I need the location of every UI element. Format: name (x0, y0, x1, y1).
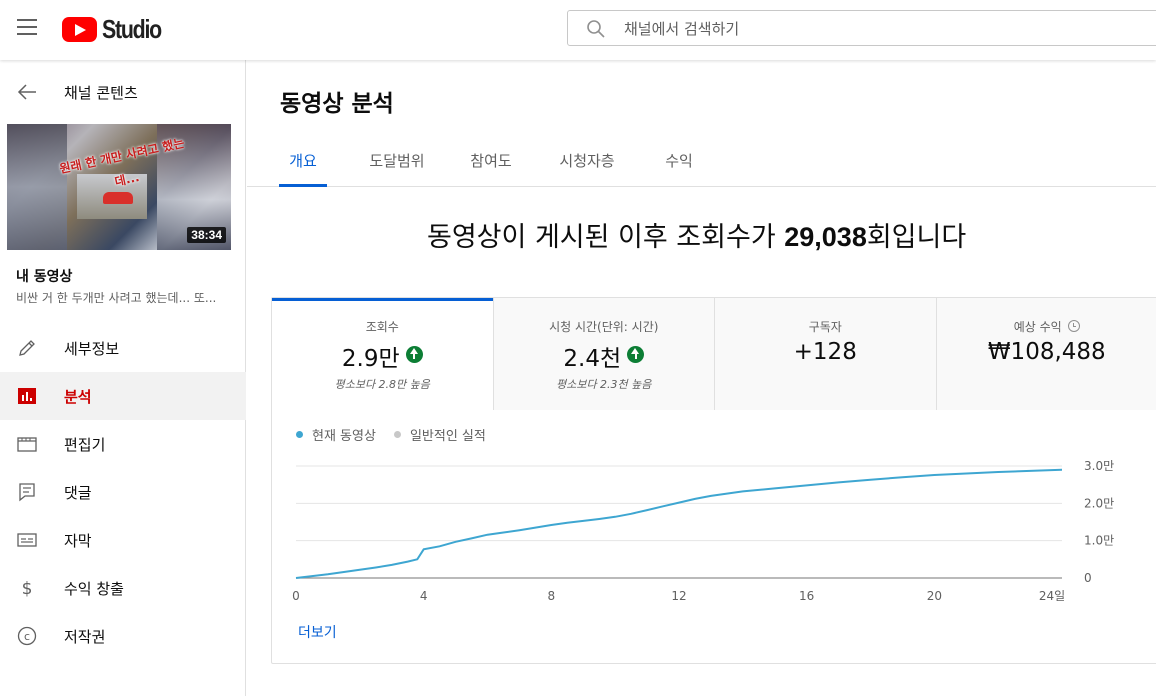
video-duration: 38:34 (187, 227, 226, 243)
metric-value-text: 2.9만 (341, 346, 400, 372)
sidebar-item-label: 저작권 (64, 628, 106, 646)
analytics-tabs: 개요 도달범위 참여도 시청자층 수익 (247, 135, 1156, 187)
svg-text:$: $ (22, 579, 33, 598)
metric-value: 2.4천 (494, 339, 715, 373)
pencil-icon (19, 340, 35, 356)
sidebar-item-label: 수익 창출 (64, 580, 124, 598)
my-video-heading: 내 동영상 (16, 269, 73, 285)
logo-text: Studio (102, 14, 162, 44)
search-input[interactable] (624, 17, 1024, 41)
metric-watch-time[interactable]: 시청 시간(단위: 시간) 2.4천 평소보다 2.3천 높음 (493, 298, 715, 410)
metric-label: 예상 수익 (937, 318, 1156, 335)
tab-overview[interactable]: 개요 (279, 135, 327, 187)
x-tick-label: 20 (927, 589, 942, 603)
legend-current-video[interactable]: 현재 동영상 (296, 425, 376, 444)
tab-engagement[interactable]: 참여도 (462, 135, 520, 187)
metric-comparison: 평소보다 2.3천 높음 (556, 378, 652, 391)
headline-view-count: 29,038 (784, 222, 867, 252)
sidebar-nav: 세부정보 분석 편집기 댓글 자막 $ 수익 창출 c 저작권 (0, 324, 246, 660)
metric-comparison: 평소보다 2.8만 높음 (334, 378, 430, 391)
x-tick-label: 0 (292, 589, 300, 603)
video-thumbnail[interactable]: 원래 한 개만 사려고 했는데... 38:34 (7, 124, 231, 250)
sidebar: 채널 콘텐츠 원래 한 개만 사려고 했는데... 38:34 내 동영상 비싼… (0, 60, 246, 696)
series-line-current-video (295, 468, 1063, 579)
headline-suffix: 회입니다 (866, 222, 967, 253)
chart-legend: 현재 동영상 일반적인 실적 (296, 425, 504, 444)
x-tick-label: 8 (548, 589, 556, 603)
metric-subscribers[interactable]: 구독자 +128 (715, 298, 937, 410)
sidebar-item-label: 자막 (64, 532, 92, 550)
x-tick-label: 16 (799, 589, 814, 603)
video-title: 비싼 거 한 두개만 사려고 했는데... 또... (16, 291, 217, 305)
y-tick-label: 3.0만 (1084, 459, 1114, 473)
headline-prefix: 동영상이 게시된 이후 조회수가 (427, 222, 785, 253)
copyright-icon: c (17, 626, 37, 646)
metric-label-text: 예상 수익 (1013, 320, 1062, 334)
thumbnail-shelf-left (7, 124, 67, 250)
sidebar-item-monetization[interactable]: $ 수익 창출 (0, 564, 246, 612)
metric-tabs: 조회수 2.9만 평소보다 2.8만 높음 시청 시간(단위: 시간) 2.4천… (272, 298, 1156, 410)
search-box[interactable] (567, 10, 1156, 46)
see-more-link[interactable]: 더보기 (298, 622, 337, 642)
comments-icon (19, 483, 35, 502)
trend-up-icon (405, 346, 423, 363)
sidebar-item-editor[interactable]: 편집기 (0, 420, 246, 468)
sidebar-item-subtitles[interactable]: 자막 (0, 516, 246, 564)
x-tick-label: 12 (671, 589, 686, 603)
legend-typical-performance[interactable]: 일반적인 실적 (393, 425, 486, 444)
search-icon (587, 20, 605, 38)
back-arrow-icon (17, 84, 36, 100)
youtube-logo-icon (62, 17, 97, 42)
tab-reach[interactable]: 도달범위 (359, 135, 435, 187)
clock-icon (1067, 320, 1080, 332)
tab-revenue[interactable]: 수익 (657, 135, 701, 187)
sidebar-item-label: 편집기 (64, 436, 106, 454)
views-line-chart[interactable]: 0 1.0만 2.0만 3.0만 0 4 8 12 16 20 24일 (272, 448, 1156, 608)
top-bar: Studio (0, 0, 1156, 60)
svg-text:c: c (24, 630, 30, 643)
metric-value-text: 2.4천 (563, 346, 622, 372)
y-tick-label: 1.0만 (1084, 534, 1114, 548)
editor-icon (17, 437, 37, 452)
sidebar-item-analytics[interactable]: 분석 (0, 372, 246, 420)
metric-label: 시청 시간(단위: 시간) (549, 320, 659, 334)
x-tick-label: 24일 (1039, 589, 1065, 603)
page-title: 동영상 분석 (280, 91, 394, 117)
overview-card: 조회수 2.9만 평소보다 2.8만 높음 시청 시간(단위: 시간) 2.4천… (271, 297, 1156, 664)
x-tick-label: 4 (420, 589, 428, 603)
legend-dot-current (296, 431, 303, 438)
sidebar-item-label: 분석 (64, 388, 92, 406)
metric-estimated-revenue[interactable]: 예상 수익 ₩108,488 (936, 298, 1156, 410)
sidebar-item-label: 세부정보 (64, 340, 120, 358)
sidebar-item-label: 댓글 (64, 484, 92, 502)
metric-value: ₩108,488 (987, 339, 1106, 365)
y-tick-label: 2.0만 (1084, 496, 1114, 510)
tab-audience[interactable]: 시청자층 (549, 135, 625, 187)
legend-label: 일반적인 실적 (409, 429, 486, 444)
thumbnail-car (103, 192, 133, 204)
menu-icon[interactable] (17, 19, 37, 35)
sidebar-item-comments[interactable]: 댓글 (0, 468, 246, 516)
y-tick-label: 0 (1084, 571, 1092, 585)
back-label: 채널 콘텐츠 (64, 84, 138, 102)
views-headline: 동영상이 게시된 이후 조회수가 29,038회입니다 (247, 215, 1156, 254)
metric-label: 조회수 (365, 320, 399, 334)
sidebar-item-details[interactable]: 세부정보 (0, 324, 246, 372)
back-to-channel-content[interactable]: 채널 콘텐츠 (0, 72, 246, 112)
metric-label: 구독자 (808, 320, 842, 334)
main-content: 동영상 분석 개요 도달범위 참여도 시청자층 수익 동영상이 게시된 이후 조… (247, 60, 1156, 696)
legend-dot-typical (393, 431, 401, 438)
metric-value: +128 (793, 339, 857, 365)
studio-logo[interactable]: Studio (62, 14, 174, 45)
metric-value: 2.9만 (272, 339, 493, 373)
legend-label: 현재 동영상 (312, 429, 376, 444)
trend-up-icon (627, 346, 645, 363)
metric-views[interactable]: 조회수 2.9만 평소보다 2.8만 높음 (272, 298, 494, 410)
analytics-icon (18, 388, 36, 404)
subtitles-icon (17, 533, 37, 547)
dollar-icon: $ (22, 579, 33, 598)
sidebar-item-copyright[interactable]: c 저작권 (0, 612, 246, 660)
